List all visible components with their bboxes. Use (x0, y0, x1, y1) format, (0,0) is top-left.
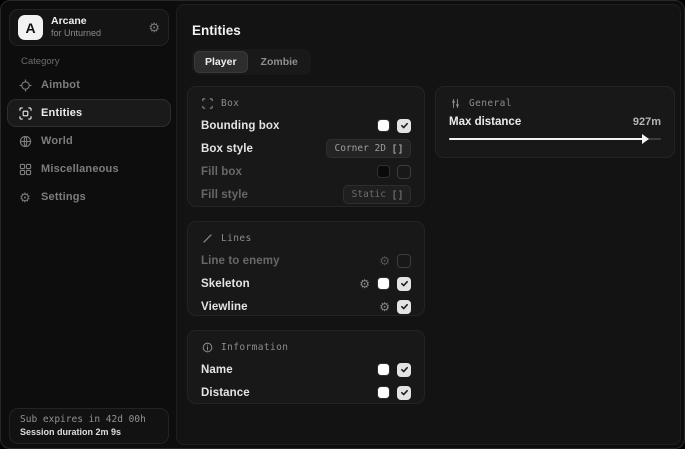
gear-icon[interactable]: ⚙ (148, 21, 160, 34)
line-to-enemy-label: Line to enemy (201, 255, 280, 267)
info-icon (201, 341, 214, 354)
line-to-enemy-checkbox[interactable] (397, 254, 411, 268)
bounding-box-label: Bounding box (201, 120, 280, 132)
name-color-swatch[interactable] (377, 363, 390, 376)
max-distance-label: Max distance (449, 116, 521, 128)
general-card-title: General (469, 98, 512, 109)
lines-card: Lines Line to enemy ⚙ Skeleton ⚙ (187, 221, 425, 316)
sidebar: A Arcane for Unturned ⚙ Category Aimbot (1, 1, 176, 448)
crosshair-icon (18, 78, 32, 92)
subscription-footer: Sub expires in 42d 00h Session duration … (9, 408, 169, 444)
line-to-enemy-row: Line to enemy ⚙ (201, 250, 411, 271)
general-card: General Max distance 927m (435, 86, 675, 158)
fill-box-row: Fill box (201, 161, 411, 182)
slider-fill (449, 138, 644, 140)
bounding-box-checkbox[interactable] (397, 119, 411, 133)
skeleton-checkbox[interactable] (397, 277, 411, 291)
distance-color-swatch[interactable] (377, 386, 390, 399)
session-duration-text: Session duration 2m 9s (20, 427, 158, 437)
gear-icon: ⚙ (18, 190, 32, 204)
app-header-card: A Arcane for Unturned ⚙ (9, 9, 169, 46)
fill-box-label: Fill box (201, 166, 242, 178)
grid-icon (18, 162, 32, 176)
fill-box-color-swatch[interactable] (377, 165, 390, 178)
sidebar-item-aimbot[interactable]: Aimbot (7, 71, 171, 99)
sidebar-item-world[interactable]: World (7, 127, 171, 155)
max-distance-slider[interactable] (449, 134, 661, 144)
sliders-icon (449, 97, 462, 110)
gear-icon[interactable]: ⚙ (379, 255, 390, 267)
max-distance-row: Max distance 927m (449, 116, 661, 128)
app-logo: A (18, 15, 43, 40)
scan-corners-icon (201, 97, 214, 110)
tab-strip: Player Zombie (192, 49, 311, 75)
main-panel: Entities Player Zombie Box Bounding box (176, 4, 681, 445)
gear-icon[interactable]: ⚙ (359, 278, 370, 290)
distance-checkbox[interactable] (397, 386, 411, 400)
name-label: Name (201, 364, 233, 376)
skeleton-label: Skeleton (201, 278, 250, 290)
sidebar-item-label: Entities (41, 107, 82, 119)
diagonal-line-icon (201, 232, 214, 245)
box-style-row: Box style Corner 2D (201, 138, 411, 159)
viewline-row: Viewline ⚙ (201, 296, 411, 317)
name-row: Name (201, 359, 411, 380)
distance-label: Distance (201, 387, 250, 399)
fill-style-label: Fill style (201, 189, 248, 201)
tab-player[interactable]: Player (194, 51, 248, 73)
information-card-title: Information (221, 342, 288, 353)
distance-row: Distance (201, 382, 411, 403)
box-card: Box Bounding box Box style Corner 2D (187, 86, 425, 207)
bounding-box-row: Bounding box (201, 115, 411, 136)
slider-thumb[interactable] (642, 134, 649, 144)
general-card-header: General (449, 97, 661, 110)
brackets-icon (393, 190, 402, 200)
name-checkbox[interactable] (397, 363, 411, 377)
sidebar-item-label: Settings (41, 191, 86, 203)
box-scan-icon (18, 106, 32, 120)
category-label: Category (21, 56, 60, 67)
bounding-box-color-swatch[interactable] (377, 119, 390, 132)
sidebar-item-miscellaneous[interactable]: Miscellaneous (7, 155, 171, 183)
information-card-header: Information (201, 341, 411, 354)
box-style-label: Box style (201, 143, 253, 155)
globe-icon (18, 134, 32, 148)
tab-zombie[interactable]: Zombie (250, 51, 309, 73)
max-distance-value: 927m (633, 116, 661, 128)
sidebar-item-settings[interactable]: ⚙ Settings (7, 183, 171, 211)
box-style-value: Corner 2D (335, 143, 386, 154)
box-card-title: Box (221, 98, 239, 109)
sidebar-item-entities[interactable]: Entities (7, 99, 171, 127)
app-subtitle: for Unturned (51, 29, 140, 39)
sidebar-item-label: World (41, 135, 73, 147)
app-name: Arcane (51, 16, 140, 28)
viewline-label: Viewline (201, 301, 248, 313)
sub-expiry-text: Sub expires in 42d 00h (20, 414, 158, 425)
lines-card-header: Lines (201, 232, 411, 245)
gear-icon[interactable]: ⚙ (379, 301, 390, 313)
fill-style-row: Fill style Static (201, 184, 411, 205)
box-card-header: Box (201, 97, 411, 110)
skeleton-color-swatch[interactable] (377, 277, 390, 290)
lines-card-title: Lines (221, 233, 252, 244)
sidebar-item-label: Aimbot (41, 79, 80, 91)
app-window: A Arcane for Unturned ⚙ Category Aimbot (0, 0, 685, 449)
sidebar-nav: Aimbot Entities World (7, 71, 171, 211)
information-card: Information Name Distance (187, 330, 425, 404)
brackets-icon (393, 144, 402, 154)
fill-style-dropdown[interactable]: Static (343, 185, 411, 204)
fill-box-checkbox[interactable] (397, 165, 411, 179)
viewline-checkbox[interactable] (397, 300, 411, 314)
skeleton-row: Skeleton ⚙ (201, 273, 411, 294)
app-titles: Arcane for Unturned (51, 16, 140, 39)
page-title: Entities (192, 23, 241, 38)
sidebar-item-label: Miscellaneous (41, 163, 119, 175)
box-style-dropdown[interactable]: Corner 2D (326, 139, 411, 158)
fill-style-value: Static (352, 189, 386, 200)
